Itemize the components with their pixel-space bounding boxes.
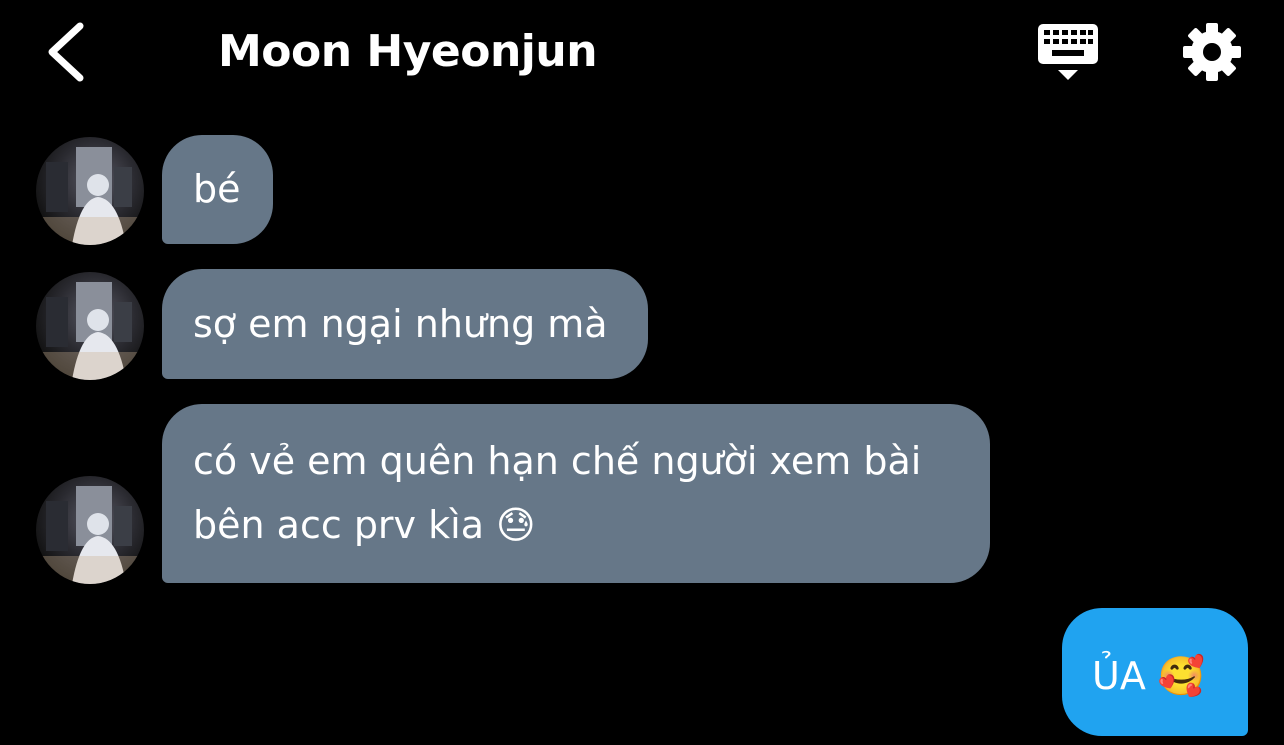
chat-header: Moon Hyeonjun xyxy=(0,0,1284,105)
keyboard-button[interactable] xyxy=(1036,22,1100,84)
message-text: ỦA 🥰 xyxy=(1092,654,1206,698)
back-button[interactable] xyxy=(40,20,100,84)
avatar[interactable] xyxy=(36,272,144,380)
message-text: bé xyxy=(193,167,241,211)
keyboard-icon xyxy=(1038,24,1098,80)
avatar-photo xyxy=(36,282,144,380)
settings-button[interactable] xyxy=(1182,22,1242,82)
incoming-message-bubble[interactable]: bé xyxy=(162,135,273,244)
incoming-message-bubble[interactable]: sợ em ngại nhưng mà xyxy=(162,269,648,379)
avatar[interactable] xyxy=(36,137,144,245)
message-text: sợ em ngại nhưng mà xyxy=(193,302,608,346)
avatar[interactable] xyxy=(36,476,144,584)
gear-icon xyxy=(1183,23,1241,81)
outgoing-message-bubble[interactable]: ỦA 🥰 xyxy=(1062,608,1248,736)
incoming-message-bubble[interactable]: có vẻ em quên hạn chế người xem bài bên … xyxy=(162,404,990,583)
avatar-photo xyxy=(36,486,144,584)
message-text-line: có vẻ em quên hạn chế người xem bài xyxy=(193,439,922,483)
chat-title: Moon Hyeonjun xyxy=(218,26,598,77)
avatar-photo xyxy=(36,147,144,245)
message-text-line: bên acc prv kìa 😓 xyxy=(193,503,536,547)
chevron-left-icon xyxy=(48,22,84,82)
